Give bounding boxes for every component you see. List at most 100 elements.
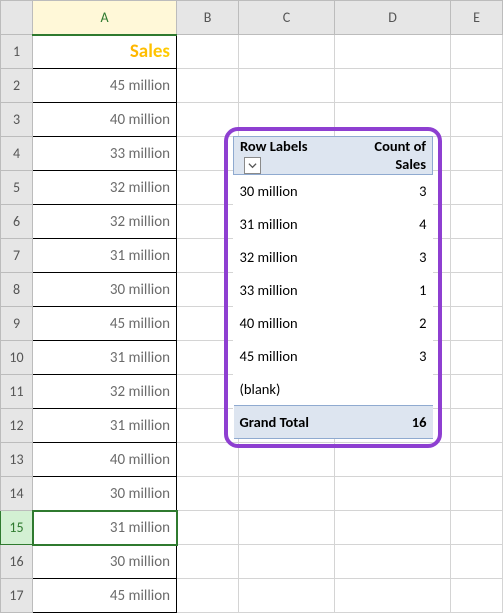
row-header-15[interactable]: 15 bbox=[1, 511, 33, 545]
pivot-table-highlight: Row Labels Count of Sales 30 million331 … bbox=[224, 127, 442, 448]
cell-E15[interactable] bbox=[451, 511, 503, 545]
cell-A14[interactable]: 30 million bbox=[33, 477, 177, 511]
col-header-B[interactable]: B bbox=[177, 1, 239, 35]
cell-B14[interactable] bbox=[177, 477, 239, 511]
cell-B2[interactable] bbox=[177, 69, 239, 103]
cell-D15[interactable] bbox=[335, 511, 451, 545]
cell-A15[interactable]: 31 million bbox=[33, 511, 177, 545]
cell-A2[interactable]: 45 million bbox=[33, 69, 177, 103]
pivot-rowlabels-header[interactable]: Row Labels bbox=[234, 137, 337, 175]
row-header-11[interactable]: 11 bbox=[1, 375, 33, 409]
row-header-9[interactable]: 9 bbox=[1, 307, 33, 341]
cell-A5[interactable]: 32 million bbox=[33, 171, 177, 205]
cell-value: 30 million bbox=[33, 273, 176, 306]
cell-E13[interactable] bbox=[451, 443, 503, 477]
cell-A6[interactable]: 32 million bbox=[33, 205, 177, 239]
row-header-4[interactable]: 4 bbox=[1, 137, 33, 171]
cell-A16[interactable]: 30 million bbox=[33, 545, 177, 579]
pivot-row[interactable]: 30 million3 bbox=[234, 174, 433, 207]
pivot-row[interactable]: 40 million2 bbox=[234, 306, 433, 339]
pivot-row-label: 31 million bbox=[234, 207, 337, 240]
cell-B15[interactable] bbox=[177, 511, 239, 545]
pivot-grand-total-row: Grand Total 16 bbox=[234, 405, 433, 438]
col-header-C[interactable]: C bbox=[239, 1, 335, 35]
cell-D16[interactable] bbox=[335, 545, 451, 579]
pivot-row[interactable]: 33 million1 bbox=[234, 273, 433, 306]
row-header-12[interactable]: 12 bbox=[1, 409, 33, 443]
row-header-16[interactable]: 16 bbox=[1, 545, 33, 579]
pivot-grand-total-label: Grand Total bbox=[234, 405, 337, 438]
cell-C2[interactable] bbox=[239, 69, 335, 103]
cell-A9[interactable]: 45 million bbox=[33, 307, 177, 341]
cell-A1[interactable]: Sales bbox=[33, 35, 177, 69]
cell-A3[interactable]: 40 million bbox=[33, 103, 177, 137]
sales-header-text: Sales bbox=[33, 36, 176, 69]
pivot-table[interactable]: Row Labels Count of Sales 30 million331 … bbox=[233, 136, 433, 439]
cell-E11[interactable] bbox=[451, 375, 503, 409]
cell-B1[interactable] bbox=[177, 35, 239, 69]
cell-A12[interactable]: 31 million bbox=[33, 409, 177, 443]
cell-value: 32 million bbox=[33, 171, 176, 204]
pivot-row-label: 45 million bbox=[234, 339, 337, 372]
row-header-5[interactable]: 5 bbox=[1, 171, 33, 205]
cell-value: 31 million bbox=[33, 341, 176, 374]
cell-E6[interactable] bbox=[451, 205, 503, 239]
cell-C14[interactable] bbox=[239, 477, 335, 511]
cell-A13[interactable]: 40 million bbox=[33, 443, 177, 477]
pivot-row-label: 30 million bbox=[234, 174, 337, 207]
row-header-7[interactable]: 7 bbox=[1, 239, 33, 273]
pivot-row-label: 33 million bbox=[234, 273, 337, 306]
cell-E4[interactable] bbox=[451, 137, 503, 171]
cell-B13[interactable] bbox=[177, 443, 239, 477]
cell-E1[interactable] bbox=[451, 35, 503, 69]
row-header-6[interactable]: 6 bbox=[1, 205, 33, 239]
cell-A7[interactable]: 31 million bbox=[33, 239, 177, 273]
pivot-row[interactable]: 45 million3 bbox=[234, 339, 433, 372]
cell-E16[interactable] bbox=[451, 545, 503, 579]
cell-value: 40 million bbox=[33, 443, 176, 476]
pivot-row-count: 3 bbox=[336, 339, 432, 372]
col-header-D[interactable]: D bbox=[335, 1, 451, 35]
grid-row: 1Sales bbox=[1, 35, 503, 69]
row-header-1[interactable]: 1 bbox=[1, 35, 33, 69]
cell-B16[interactable] bbox=[177, 545, 239, 579]
col-header-E[interactable]: E bbox=[451, 1, 503, 35]
cell-E12[interactable] bbox=[451, 409, 503, 443]
cell-value: 45 million bbox=[33, 307, 176, 340]
row-header-2[interactable]: 2 bbox=[1, 69, 33, 103]
pivot-row-label: 32 million bbox=[234, 240, 337, 273]
cell-E7[interactable] bbox=[451, 239, 503, 273]
cell-E14[interactable] bbox=[451, 477, 503, 511]
row-header-13[interactable]: 13 bbox=[1, 443, 33, 477]
cell-value: 30 million bbox=[33, 545, 176, 578]
cell-E3[interactable] bbox=[451, 103, 503, 137]
row-header-10[interactable]: 10 bbox=[1, 341, 33, 375]
pivot-row[interactable]: 32 million3 bbox=[234, 240, 433, 273]
row-header-14[interactable]: 14 bbox=[1, 477, 33, 511]
cell-E8[interactable] bbox=[451, 273, 503, 307]
cell-C1[interactable] bbox=[239, 35, 335, 69]
pivot-row[interactable]: (blank) bbox=[234, 372, 433, 405]
cell-E10[interactable] bbox=[451, 341, 503, 375]
cell-D1[interactable] bbox=[335, 35, 451, 69]
cell-A8[interactable]: 30 million bbox=[33, 273, 177, 307]
cell-value: 45 million bbox=[33, 69, 176, 102]
cell-E5[interactable] bbox=[451, 171, 503, 205]
cell-D14[interactable] bbox=[335, 477, 451, 511]
cell-E9[interactable] bbox=[451, 307, 503, 341]
row-header-3[interactable]: 3 bbox=[1, 103, 33, 137]
corner-cell[interactable] bbox=[1, 1, 33, 35]
cell-A10[interactable]: 31 million bbox=[33, 341, 177, 375]
grid-row: 1430 million bbox=[1, 477, 503, 511]
pivot-filter-button[interactable] bbox=[244, 157, 261, 174]
cell-E2[interactable] bbox=[451, 69, 503, 103]
cell-C16[interactable] bbox=[239, 545, 335, 579]
cell-value: 31 million bbox=[33, 239, 176, 272]
cell-A11[interactable]: 32 million bbox=[33, 375, 177, 409]
cell-D2[interactable] bbox=[335, 69, 451, 103]
col-header-A[interactable]: A bbox=[33, 1, 177, 35]
cell-C15[interactable] bbox=[239, 511, 335, 545]
pivot-row[interactable]: 31 million4 bbox=[234, 207, 433, 240]
cell-A4[interactable]: 33 million bbox=[33, 137, 177, 171]
row-header-8[interactable]: 8 bbox=[1, 273, 33, 307]
